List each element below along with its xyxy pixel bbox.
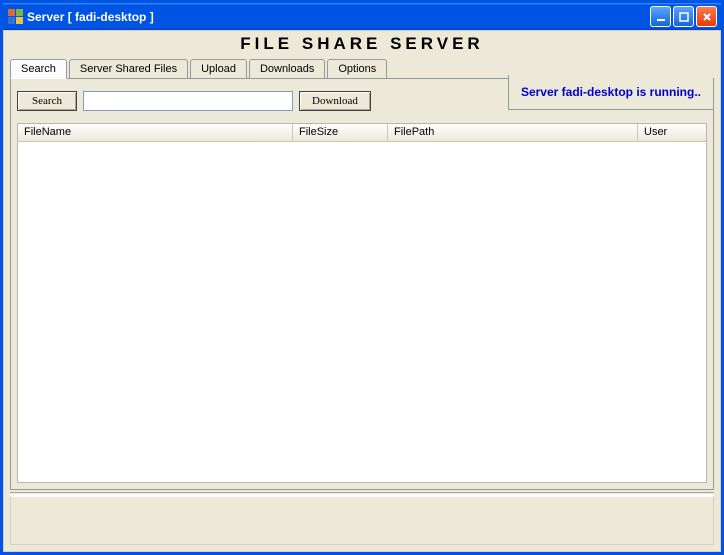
close-button[interactable] (696, 6, 717, 27)
status-panel: Server fadi-desktop is running.. (508, 75, 713, 110)
tab-panel-search: Server fadi-desktop is running.. Search … (10, 78, 714, 490)
minimize-icon (656, 12, 666, 22)
tab-upload[interactable]: Upload (190, 59, 247, 78)
column-filesize[interactable]: FileSize (293, 124, 388, 141)
tab-downloads[interactable]: Downloads (249, 59, 325, 78)
titlebar[interactable]: Server [ fadi-desktop ] (3, 3, 721, 30)
download-button[interactable]: Download (299, 91, 371, 111)
close-icon (702, 12, 712, 22)
search-button[interactable]: Search (17, 91, 77, 111)
maximize-button[interactable] (673, 6, 694, 27)
listview-header: FileName FileSize FilePath User (18, 124, 706, 142)
app-window: Server [ fadi-desktop ] FILE SHARE SERVE… (0, 0, 724, 555)
column-filename[interactable]: FileName (18, 124, 293, 141)
tab-server-shared-files[interactable]: Server Shared Files (69, 59, 188, 78)
column-filepath[interactable]: FilePath (388, 124, 638, 141)
client-area: FILE SHARE SERVER Search Server Shared F… (3, 30, 721, 552)
results-listview[interactable]: FileName FileSize FilePath User (17, 123, 707, 483)
listview-body (18, 142, 706, 482)
search-input[interactable] (83, 91, 293, 111)
maximize-icon (679, 12, 689, 22)
app-title: FILE SHARE SERVER (4, 31, 720, 56)
tab-search[interactable]: Search (10, 59, 67, 79)
window-title: Server [ fadi-desktop ] (27, 10, 650, 24)
app-icon (7, 9, 23, 25)
bottom-panel (10, 495, 714, 545)
minimize-button[interactable] (650, 6, 671, 27)
column-user[interactable]: User (638, 124, 706, 141)
status-text: Server fadi-desktop is running.. (521, 85, 701, 99)
window-controls (650, 6, 717, 27)
tab-options[interactable]: Options (327, 59, 387, 78)
